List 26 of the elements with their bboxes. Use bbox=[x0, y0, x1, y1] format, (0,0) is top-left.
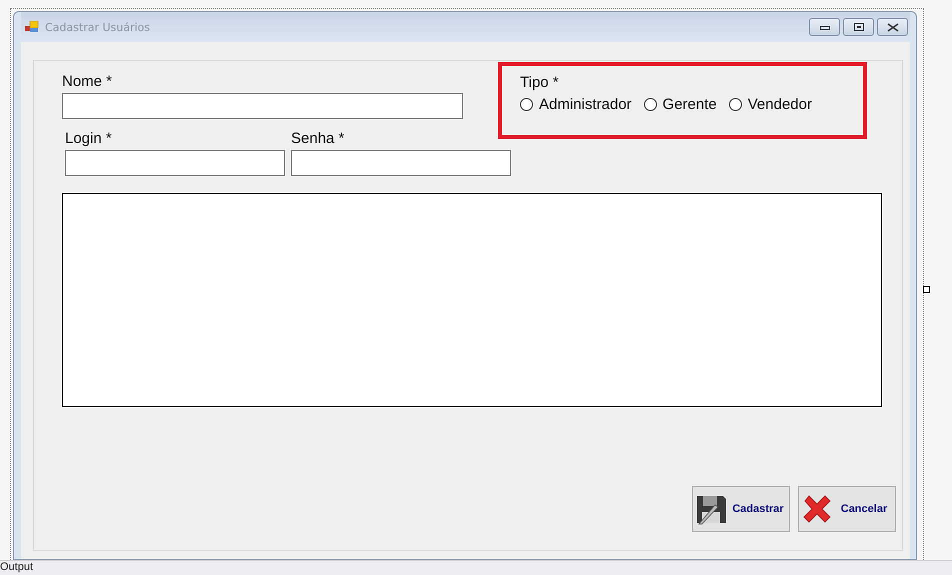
minimize-button[interactable] bbox=[809, 18, 840, 36]
radio-option[interactable]: Gerente bbox=[644, 96, 717, 113]
maximize-button[interactable] bbox=[843, 18, 874, 36]
login-field[interactable] bbox=[65, 150, 285, 176]
field-label: Nome * bbox=[62, 73, 114, 90]
maximize-icon bbox=[854, 23, 864, 31]
x-mark-icon bbox=[801, 493, 833, 525]
form-icon bbox=[25, 21, 39, 33]
close-icon bbox=[886, 22, 898, 32]
cancel-button[interactable]: Cancelar bbox=[798, 486, 896, 532]
close-button[interactable] bbox=[877, 18, 908, 36]
save-button[interactable]: Cadastrar bbox=[692, 486, 790, 532]
radio-icon[interactable] bbox=[520, 98, 533, 111]
name-field[interactable] bbox=[62, 93, 463, 119]
output-tab[interactable]: Output bbox=[0, 561, 34, 573]
window-title: Cadastrar Usuários bbox=[45, 20, 150, 34]
radio-option[interactable]: Administrador bbox=[520, 96, 632, 113]
radio-option[interactable]: Vendedor bbox=[728, 96, 812, 113]
minimize-icon bbox=[820, 24, 830, 30]
radio-icon[interactable] bbox=[728, 98, 742, 111]
password-field[interactable] bbox=[291, 150, 511, 176]
group-label: Tipo * bbox=[520, 74, 560, 91]
field-label: Login * bbox=[65, 130, 113, 147]
radio-icon[interactable] bbox=[644, 98, 657, 111]
field-label: Senha * bbox=[291, 130, 346, 147]
resize-handle[interactable] bbox=[923, 286, 930, 293]
